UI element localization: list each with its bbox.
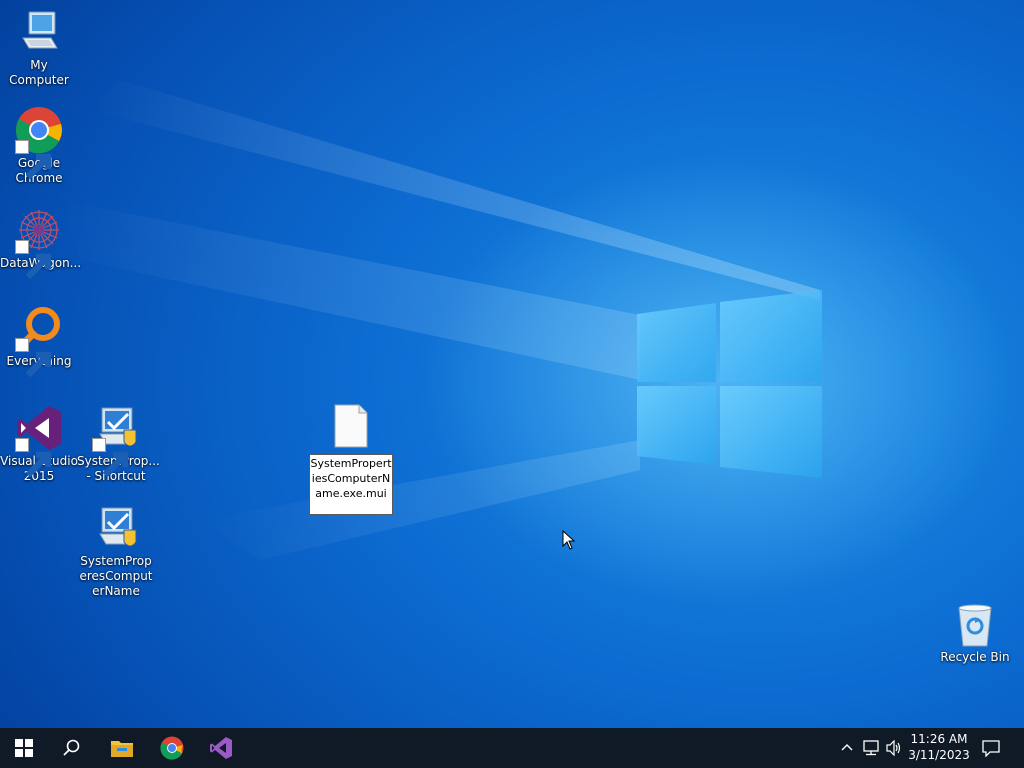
clock-date: 3/11/2023 — [908, 748, 970, 762]
volume-icon[interactable] — [885, 739, 903, 760]
visual-studio-icon — [15, 404, 63, 478]
shortcut-arrow-icon — [15, 438, 52, 478]
desktop-icon-label: Recycle Bin — [940, 650, 1010, 664]
desktop-icon-systemprop-shortcut[interactable]: SystemProp... - Shortcut — [77, 404, 160, 484]
taskbar: 11:26 AM 3/11/2023 — [0, 728, 1024, 768]
desktop-icon-recycle-bin[interactable]: Recycle Bin — [936, 600, 1014, 665]
shortcut-arrow-icon — [15, 338, 52, 378]
network-icon[interactable] — [862, 740, 880, 760]
recycle-bin-icon — [951, 600, 999, 648]
shortcut-arrow-icon — [15, 140, 52, 180]
clock-time: 11:26 AM — [910, 732, 968, 746]
system-properties-icon — [92, 504, 140, 552]
desktop-icon-datawagon[interactable]: DataWagon... — [0, 206, 81, 280]
taskbar-google-chrome[interactable] — [148, 728, 196, 768]
desktop-icon-label: SystemProperesComputerName — [79, 554, 153, 598]
file-explorer-icon — [111, 741, 133, 757]
wallpaper-light-beams — [60, 80, 822, 560]
taskbar-visual-studio[interactable] — [197, 728, 245, 768]
visual-studio-icon — [210, 737, 232, 759]
desktop-icon-google-chrome[interactable]: Google Chrome — [0, 106, 78, 186]
desktop-icon-everything[interactable]: Everything — [0, 304, 78, 378]
mouse-cursor-icon — [562, 529, 576, 554]
start-button[interactable] — [0, 728, 48, 768]
datawagon-icon — [15, 206, 63, 280]
desktop-icon-label: My Computer — [9, 58, 69, 87]
desktop-icon-visual-studio-2015[interactable]: Visual Studio 2015 — [0, 404, 78, 484]
shortcut-arrow-icon — [92, 438, 129, 478]
magnifier-icon — [15, 304, 63, 378]
notifications-icon[interactable] — [982, 739, 1000, 761]
show-hidden-icons-chevron-icon[interactable] — [840, 740, 854, 759]
desktop-icon-systemproperescomputername[interactable]: SystemProperesComputerName — [77, 504, 155, 599]
search-icon — [63, 739, 80, 756]
computer-icon — [15, 8, 63, 56]
blank-file-icon[interactable] — [333, 404, 369, 448]
desktop-icon-my-computer[interactable]: My Computer — [0, 8, 78, 88]
desktop-wallpaper — [0, 0, 1024, 728]
taskbar-file-explorer[interactable] — [98, 728, 146, 768]
search-button[interactable] — [48, 728, 96, 768]
rename-file-input[interactable]: SystemPropertiesComputerName.exe.mui — [309, 454, 393, 515]
shortcut-arrow-icon — [15, 240, 52, 280]
system-properties-icon — [92, 404, 140, 478]
taskbar-clock[interactable]: 11:26 AM 3/11/2023 — [906, 731, 972, 763]
windows-start-icon — [15, 739, 33, 757]
chrome-icon — [160, 736, 184, 760]
chrome-icon — [15, 106, 63, 180]
